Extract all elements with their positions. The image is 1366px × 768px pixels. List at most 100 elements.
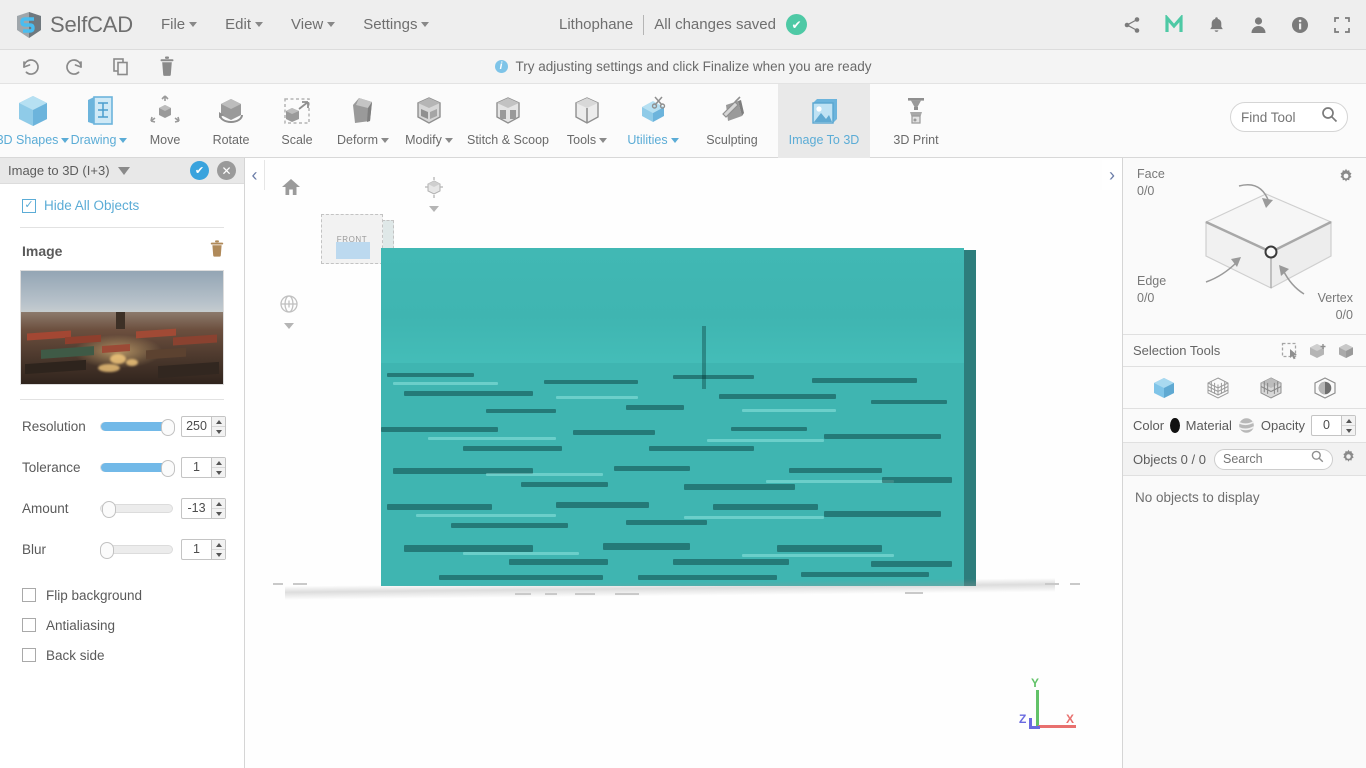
ribbon-item-move[interactable]: Move (132, 84, 198, 158)
blur-stepper[interactable] (181, 539, 226, 560)
undo-icon[interactable] (18, 56, 40, 78)
delete-icon[interactable] (156, 56, 178, 78)
ribbon-item-drawing[interactable]: Drawing (66, 84, 132, 158)
sculpting-icon (712, 90, 752, 132)
opacity-value[interactable] (1312, 416, 1341, 435)
find-tool-search[interactable] (1230, 102, 1348, 132)
stepper-up[interactable] (212, 458, 225, 468)
box-select-add-icon[interactable] (1308, 341, 1328, 361)
slider-knob[interactable] (102, 501, 117, 518)
ribbon-item-deform[interactable]: Deform (330, 84, 396, 158)
stepper-up[interactable] (212, 499, 225, 509)
topology-edge[interactable]: Edge 0/0 (1137, 273, 1166, 307)
blur-value[interactable] (182, 540, 211, 559)
menu-edit[interactable]: Edit (225, 16, 263, 33)
slider-row-resolution: Resolution (0, 406, 244, 447)
menu-file[interactable]: File (161, 16, 198, 33)
ribbon-label: 3D Shapes (0, 133, 70, 147)
hide-all-objects-checkbox[interactable]: ✓ Hide All Objects (0, 184, 244, 227)
share-icon[interactable] (1122, 15, 1142, 35)
slider-knob[interactable] (100, 542, 115, 559)
material-icon[interactable] (1238, 417, 1255, 434)
edge-mode-icon[interactable] (1258, 375, 1284, 401)
box-select-icon[interactable] (1336, 341, 1356, 361)
brand-logo[interactable]: SelfCAD (14, 10, 133, 40)
ribbon-item-3d-shapes[interactable]: 3D Shapes (0, 84, 70, 158)
menu-view[interactable]: View (291, 16, 336, 33)
amount-stepper[interactable] (181, 498, 226, 519)
objects-search[interactable] (1213, 448, 1333, 470)
fullscreen-icon[interactable] (1332, 15, 1352, 35)
stepper-up[interactable] (212, 417, 225, 427)
edge-count: 0/0 (1137, 290, 1155, 305)
ribbon-item-scale[interactable]: Scale (264, 84, 330, 158)
objects-search-input[interactable] (1222, 452, 1307, 466)
copy-icon[interactable] (110, 56, 132, 78)
amount-value[interactable] (182, 499, 211, 518)
collapse-right-panel-button[interactable]: › (1102, 160, 1122, 190)
chevron-down-icon[interactable] (117, 166, 130, 175)
slider-knob[interactable] (160, 419, 175, 436)
amount-slider-track[interactable] (100, 501, 173, 518)
source-image-thumbnail[interactable] (20, 270, 224, 385)
redo-icon[interactable] (64, 56, 86, 78)
ribbon-item-stitch-scoop[interactable]: Stitch & Scoop (462, 84, 554, 158)
stepper-down[interactable] (212, 468, 225, 477)
collapse-left-panel-button[interactable]: ‹ (245, 160, 265, 190)
stepper-down[interactable] (1342, 426, 1355, 435)
stepper-up[interactable] (212, 540, 225, 550)
3d-viewport[interactable]: ‹ › FRONT Y Z X (245, 158, 1122, 768)
stepper-down[interactable] (212, 550, 225, 559)
confirm-button[interactable]: ✔ (190, 161, 209, 180)
view-cube-front-face[interactable]: FRONT (321, 214, 383, 264)
color-swatch[interactable] (1170, 418, 1180, 433)
chevron-down-icon[interactable] (429, 206, 439, 212)
face-mode-icon[interactable] (1312, 375, 1338, 401)
tolerance-value[interactable] (182, 458, 211, 477)
ribbon-item-sculpting[interactable]: Sculpting (686, 84, 778, 158)
menu-settings[interactable]: Settings (363, 16, 430, 33)
topology-face[interactable]: Face 0/0 (1137, 166, 1165, 200)
checkbox-back-side[interactable]: Back side (0, 640, 244, 670)
chevron-down-icon[interactable] (284, 323, 294, 329)
stepper-down[interactable] (212, 509, 225, 518)
ribbon-item-utilities[interactable]: Utilities (620, 84, 686, 158)
user-account-icon[interactable] (1248, 15, 1268, 35)
stepper-down[interactable] (212, 427, 225, 436)
slider-knob[interactable] (160, 460, 175, 477)
chevron-down-icon (255, 22, 263, 27)
brand-m-icon[interactable] (1164, 14, 1184, 35)
perspective-view-selector[interactable] (423, 176, 445, 212)
cancel-button[interactable]: ✕ (217, 161, 236, 180)
info-icon[interactable] (1290, 15, 1310, 35)
rect-select-icon[interactable] (1280, 341, 1300, 361)
resolution-value[interactable] (182, 417, 211, 436)
object-mode-icon[interactable] (1151, 375, 1177, 401)
view-cube-highlight (336, 242, 370, 259)
ribbon-item-label: Stitch & Scoop (467, 133, 549, 147)
ribbon-item-rotate[interactable]: Rotate (198, 84, 264, 158)
orbit-view-selector[interactable] (278, 293, 300, 329)
opacity-stepper[interactable] (1311, 415, 1356, 436)
delete-image-icon[interactable] (210, 240, 224, 262)
resolution-stepper[interactable] (181, 416, 226, 437)
notifications-bell-icon[interactable] (1206, 15, 1226, 35)
tolerance-slider-track[interactable] (100, 460, 175, 477)
blur-slider-track[interactable] (100, 542, 173, 559)
resolution-slider-track[interactable] (100, 419, 175, 436)
checkbox-flip-background[interactable]: Flip background (0, 580, 244, 610)
topology-vertex[interactable]: Vertex 0/0 (1291, 290, 1353, 324)
home-view-icon[interactable] (281, 178, 301, 201)
vertex-mode-icon[interactable] (1205, 375, 1231, 401)
ribbon-item-modify[interactable]: Modify (396, 84, 462, 158)
ribbon-item-3d-print[interactable]: 3D Print (870, 84, 962, 158)
ribbon-item-tools[interactable]: Tools (554, 84, 620, 158)
find-tool-input[interactable] (1241, 109, 1315, 125)
objects-settings-gear-icon[interactable] (1341, 449, 1356, 469)
tolerance-stepper[interactable] (181, 457, 226, 478)
lithophane-model[interactable] (381, 248, 976, 588)
slider-row-blur: Blur (0, 529, 244, 570)
checkbox-antialiasing[interactable]: Antialiasing (0, 610, 244, 640)
stepper-up[interactable] (1342, 416, 1355, 426)
ribbon-item-image-to-3d[interactable]: Image To 3D (778, 84, 870, 158)
